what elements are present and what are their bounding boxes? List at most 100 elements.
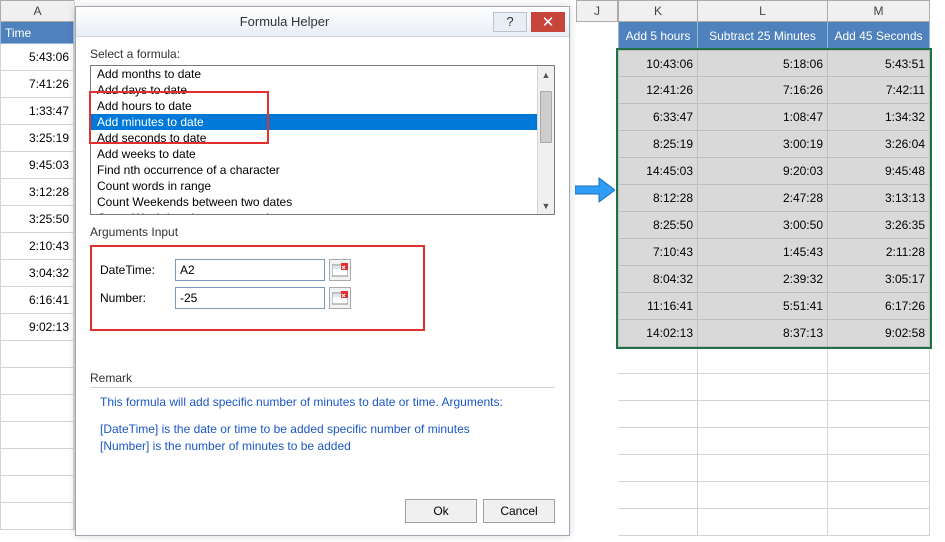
- formula-item[interactable]: Add weeks to date: [91, 146, 554, 162]
- time-cell[interactable]: 9:02:13: [0, 314, 74, 341]
- result-cell[interactable]: 9:02:58: [828, 320, 930, 347]
- result-cell[interactable]: 2:39:32: [698, 266, 828, 293]
- result-cell[interactable]: 8:25:19: [618, 131, 698, 158]
- blank-cell[interactable]: [0, 341, 74, 368]
- result-cell[interactable]: 11:16:41: [618, 293, 698, 320]
- blank-cell[interactable]: [828, 428, 930, 455]
- blank-cell[interactable]: [618, 428, 698, 455]
- blank-cell[interactable]: [0, 422, 74, 449]
- formula-list[interactable]: Add months to dateAdd days to dateAdd ho…: [90, 65, 555, 215]
- scroll-up-icon[interactable]: ▲: [538, 66, 554, 83]
- blank-cell[interactable]: [0, 449, 74, 476]
- header-time[interactable]: Time: [0, 22, 74, 44]
- blank-cell[interactable]: [0, 476, 74, 503]
- header-add-hours[interactable]: Add 5 hours: [618, 22, 698, 50]
- time-cell[interactable]: 3:12:28: [0, 179, 74, 206]
- formula-item[interactable]: Count Weekends between two dates: [91, 194, 554, 210]
- ok-button[interactable]: Ok: [405, 499, 477, 523]
- scroll-down-icon[interactable]: ▼: [538, 197, 554, 214]
- column-header-M[interactable]: M: [828, 0, 930, 22]
- datetime-range-picker-icon[interactable]: [329, 259, 351, 281]
- time-cell[interactable]: 3:25:19: [0, 125, 74, 152]
- result-cell[interactable]: 3:26:04: [828, 131, 930, 158]
- datetime-input[interactable]: A2: [175, 259, 325, 281]
- header-subtract-minutes[interactable]: Subtract 25 Minutes: [698, 22, 828, 50]
- blank-cell[interactable]: [828, 482, 930, 509]
- formula-item[interactable]: Count words in range: [91, 178, 554, 194]
- column-header-K[interactable]: K: [618, 0, 698, 22]
- time-cell[interactable]: 6:16:41: [0, 287, 74, 314]
- blank-cell[interactable]: [698, 455, 828, 482]
- blank-cell[interactable]: [698, 401, 828, 428]
- results-range[interactable]: 10:43:065:18:065:43:51 12:41:267:16:267:4…: [618, 50, 930, 347]
- result-cell[interactable]: 14:45:03: [618, 158, 698, 185]
- result-cell[interactable]: 10:43:06: [618, 50, 698, 77]
- blank-cell[interactable]: [828, 347, 930, 374]
- result-cell[interactable]: 2:11:28: [828, 239, 930, 266]
- number-range-picker-icon[interactable]: [329, 287, 351, 309]
- formula-item[interactable]: Add minutes to date: [91, 114, 554, 130]
- column-header-J[interactable]: J: [576, 0, 618, 22]
- result-cell[interactable]: 12:41:26: [618, 77, 698, 104]
- blank-cell[interactable]: [618, 482, 698, 509]
- number-input[interactable]: -25: [175, 287, 325, 309]
- blank-cell[interactable]: [0, 503, 74, 530]
- blank-cell[interactable]: [698, 509, 828, 536]
- time-cell[interactable]: 2:10:43: [0, 233, 74, 260]
- blank-cell[interactable]: [618, 509, 698, 536]
- formula-item[interactable]: Add months to date: [91, 66, 554, 82]
- result-cell[interactable]: 5:43:51: [828, 50, 930, 77]
- time-cell[interactable]: 1:33:47: [0, 98, 74, 125]
- result-cell[interactable]: 9:45:48: [828, 158, 930, 185]
- blank-cell[interactable]: [618, 455, 698, 482]
- dialog-titlebar[interactable]: Formula Helper ? ✕: [76, 7, 569, 37]
- formula-item[interactable]: Count Weekdays between two dates: [91, 210, 554, 214]
- result-cell[interactable]: 3:05:17: [828, 266, 930, 293]
- blank-cell[interactable]: [618, 347, 698, 374]
- blank-cell[interactable]: [698, 428, 828, 455]
- time-cell[interactable]: 3:25:50: [0, 206, 74, 233]
- close-button[interactable]: ✕: [531, 12, 565, 32]
- blank-cell[interactable]: [698, 374, 828, 401]
- result-cell[interactable]: 3:26:35: [828, 212, 930, 239]
- result-cell[interactable]: 3:00:50: [698, 212, 828, 239]
- result-cell[interactable]: 6:33:47: [618, 104, 698, 131]
- column-header-A[interactable]: A: [0, 0, 74, 22]
- blank-cell[interactable]: [618, 374, 698, 401]
- blank-cell[interactable]: [828, 509, 930, 536]
- time-cell[interactable]: 9:45:03: [0, 152, 74, 179]
- help-button[interactable]: ?: [493, 12, 527, 32]
- blank-cell[interactable]: [698, 482, 828, 509]
- result-cell[interactable]: 8:04:32: [618, 266, 698, 293]
- result-cell[interactable]: 7:10:43: [618, 239, 698, 266]
- result-cell[interactable]: 1:34:32: [828, 104, 930, 131]
- time-cell[interactable]: 7:41:26: [0, 71, 74, 98]
- time-cell[interactable]: 3:04:32: [0, 260, 74, 287]
- result-cell[interactable]: 8:25:50: [618, 212, 698, 239]
- result-cell[interactable]: 5:51:41: [698, 293, 828, 320]
- result-cell[interactable]: 1:45:43: [698, 239, 828, 266]
- result-cell[interactable]: 5:18:06: [698, 50, 828, 77]
- result-cell[interactable]: 8:37:13: [698, 320, 828, 347]
- formula-item[interactable]: Add days to date: [91, 82, 554, 98]
- result-cell[interactable]: 2:47:28: [698, 185, 828, 212]
- formula-item[interactable]: Add seconds to date: [91, 130, 554, 146]
- result-cell[interactable]: 1:08:47: [698, 104, 828, 131]
- result-cell[interactable]: 9:20:03: [698, 158, 828, 185]
- cancel-button[interactable]: Cancel: [483, 499, 555, 523]
- blank-cell[interactable]: [0, 395, 74, 422]
- header-add-seconds[interactable]: Add 45 Seconds: [828, 22, 930, 50]
- result-cell[interactable]: 3:13:13: [828, 185, 930, 212]
- result-cell[interactable]: 6:17:26: [828, 293, 930, 320]
- result-cell[interactable]: 8:12:28: [618, 185, 698, 212]
- blank-cell[interactable]: [618, 401, 698, 428]
- blank-cell[interactable]: [828, 374, 930, 401]
- blank-cell[interactable]: [0, 368, 74, 395]
- result-cell[interactable]: 7:42:11: [828, 77, 930, 104]
- blank-cell[interactable]: [828, 401, 930, 428]
- result-cell[interactable]: 7:16:26: [698, 77, 828, 104]
- column-header-L[interactable]: L: [698, 0, 828, 22]
- blank-cell[interactable]: [698, 347, 828, 374]
- formula-item[interactable]: Add hours to date: [91, 98, 554, 114]
- result-cell[interactable]: 3:00:19: [698, 131, 828, 158]
